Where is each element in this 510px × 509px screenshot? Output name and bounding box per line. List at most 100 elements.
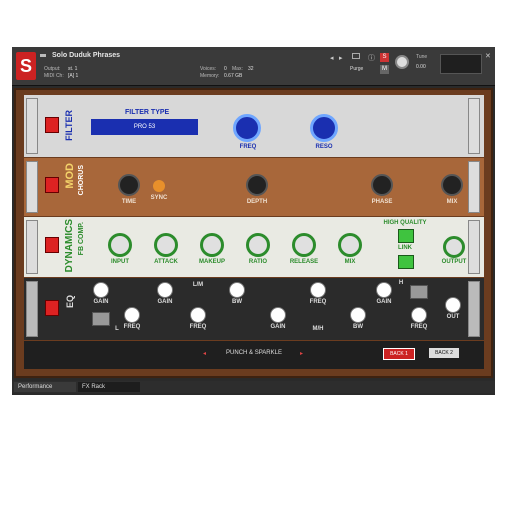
mod-side-label: MOD (64, 163, 76, 189)
memory-label: Memory: (200, 73, 220, 79)
midi-label: MIDI Ch: (44, 73, 64, 79)
makeup-label: MAKEUP (198, 259, 225, 265)
ratio-knob[interactable] (246, 233, 270, 257)
high-quality-button[interactable] (398, 229, 414, 243)
camera-icon[interactable] (352, 53, 360, 59)
chorus-mix-knob[interactable] (441, 174, 463, 196)
voices-label: Voices: (200, 66, 217, 72)
info-icon[interactable]: ⓘ (368, 53, 375, 63)
eq-lm-gain-knob[interactable] (157, 282, 173, 298)
time-label: TIME (121, 199, 137, 205)
purge-button[interactable]: Purge (350, 66, 363, 72)
tune-value: 0.00 (416, 64, 426, 70)
phase-knob[interactable] (371, 174, 393, 196)
time-knob[interactable] (118, 174, 140, 196)
eq-power-button[interactable] (45, 300, 59, 316)
eq-mh-freq-knob[interactable] (310, 282, 326, 298)
eq-lm-label: L/M (192, 282, 204, 288)
eq-out-knob[interactable] (445, 297, 461, 313)
eq-mh-bw-knob[interactable] (350, 307, 366, 323)
eq-l-gain-knob[interactable] (93, 282, 109, 298)
memory-value: 0.67 GB (224, 73, 243, 79)
makeup-knob[interactable] (200, 233, 224, 257)
tune-knob[interactable] (395, 55, 409, 69)
rack-ear-left (26, 281, 38, 337)
dynamics-side-label: DYNAMICS (64, 219, 75, 273)
rack-ear-right (468, 98, 480, 154)
ratio-label: RATIO (248, 259, 268, 265)
attack-knob[interactable] (154, 233, 178, 257)
midi-value[interactable]: [A] 1 (68, 73, 78, 79)
rack-ear-right (468, 281, 480, 337)
eq-h-label: H (398, 280, 404, 286)
attack-label: ATTACK (154, 259, 178, 265)
depth-knob[interactable] (246, 174, 268, 196)
phase-label: PHASE (371, 199, 393, 205)
eq-lm-gain-label: GAIN (157, 299, 173, 305)
eq-h-freq-label: FREQ (410, 324, 428, 330)
eq-lm-freq-label: FREQ (189, 324, 207, 330)
eq-mh-label: M/H (312, 326, 324, 332)
dynamics-mix-knob[interactable] (338, 233, 362, 257)
eq-side-label: EQ (65, 295, 75, 309)
filter-power-button[interactable] (45, 117, 59, 133)
eq-mh-gain-knob[interactable] (270, 307, 286, 323)
arrow-right-icon[interactable]: ▸ (339, 54, 343, 62)
preset-prev-icon[interactable]: ◂ (203, 350, 206, 357)
eq-h-gain-knob[interactable] (376, 282, 392, 298)
sync-button[interactable] (153, 180, 165, 192)
output-label: Output: (44, 66, 61, 72)
close-icon[interactable]: ✕ (485, 52, 491, 60)
kontakt-logo[interactable]: S (16, 52, 36, 80)
dynamics-power-button[interactable] (45, 237, 59, 253)
tune-label: Tune (416, 54, 428, 60)
reso-label: RESO (315, 144, 333, 150)
reso-knob[interactable] (310, 114, 338, 142)
eq-lm-bw-knob[interactable] (229, 282, 245, 298)
release-knob[interactable] (292, 233, 316, 257)
output-value[interactable]: st. 1 (68, 66, 77, 72)
release-label: RELEASE (289, 259, 319, 265)
output-knob[interactable] (443, 236, 465, 258)
rack-ear-left (26, 220, 38, 274)
eq-l-freq-knob[interactable] (124, 307, 140, 323)
level-meter (440, 54, 482, 74)
arrow-left-icon[interactable]: ◂ (330, 54, 334, 62)
eq-h-gain-label: GAIN (376, 299, 392, 305)
rack-ear-left (26, 98, 38, 154)
eq-lm-bw-label: BW (232, 299, 242, 305)
link-button[interactable] (398, 255, 414, 269)
max-label: Max: (232, 66, 243, 72)
freq-label: FREQ (239, 144, 257, 150)
eq-h-shape-button[interactable] (410, 285, 428, 299)
eq-h-freq-knob[interactable] (411, 307, 427, 323)
chorus-mix-label: MIX (446, 199, 458, 205)
high-quality-label: HIGH QUALITY (383, 220, 427, 226)
solo-button[interactable]: S (380, 53, 389, 62)
eq-mh-bw-label: BW (353, 324, 363, 330)
filter-type-menu[interactable]: PRO 53 (91, 119, 198, 135)
tab-performance[interactable]: Performance (14, 382, 76, 392)
max-value[interactable]: 32 (248, 66, 254, 72)
chevron-left-icon[interactable] (40, 54, 46, 61)
back2-button[interactable]: BACK 2 (429, 348, 459, 358)
dynamics-mix-label: MIX (344, 259, 356, 265)
freq-knob[interactable] (233, 114, 261, 142)
preset-next-icon[interactable]: ▸ (300, 350, 303, 357)
eq-mh-freq-label: FREQ (309, 299, 327, 305)
chorus-side-label: CHORUS (78, 165, 85, 196)
eq-mh-gain-label: GAIN (270, 324, 286, 330)
back1-button[interactable]: BACK 1 (383, 348, 415, 360)
output-label: OUTPUT (441, 259, 467, 265)
mute-button[interactable]: M (380, 65, 389, 74)
eq-l-shape-button[interactable] (92, 312, 110, 326)
fb-comp-side-label: FB COMP. (78, 222, 85, 256)
filter-side-label: FILTER (64, 110, 74, 141)
tab-fx-rack[interactable]: FX Rack (78, 382, 140, 392)
rack-ear-right (468, 161, 480, 213)
eq-l-freq-label: FREQ (123, 324, 141, 330)
chorus-power-button[interactable] (45, 177, 59, 193)
input-knob[interactable] (108, 233, 132, 257)
preset-name[interactable]: PUNCH & SPARKLE (210, 350, 298, 356)
eq-lm-freq-knob[interactable] (190, 307, 206, 323)
